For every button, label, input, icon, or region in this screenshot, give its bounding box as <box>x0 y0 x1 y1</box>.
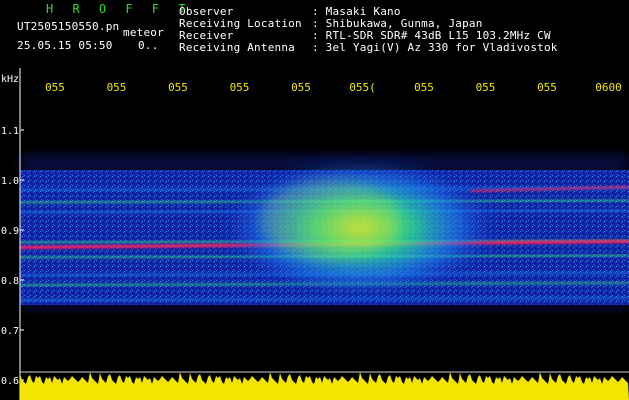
x-tick-label: 055 <box>168 81 188 94</box>
x-tick-label: 055 <box>414 81 434 94</box>
x-tick-label: 0600 <box>595 81 622 94</box>
x-tick-label: 055 <box>537 81 557 94</box>
meteor-burst-core <box>260 179 400 260</box>
noise-band-fade-bottom <box>20 302 629 311</box>
y-tick-label: 0.8 <box>1 276 19 287</box>
spectrogram-chart: 1.11.00.90.80.70.6 055 055 055 055 055 055(05… <box>1 68 629 400</box>
x-tick-label: 055 <box>107 81 127 94</box>
y-tick-label: 0.9 <box>1 226 19 237</box>
meteor-burst <box>220 157 500 298</box>
y-tick-label: 0.7 <box>1 326 19 337</box>
amplitude-strip <box>20 372 629 400</box>
x-tick-label: 055 <box>291 81 311 94</box>
y-tick-label: 0.6 <box>1 376 19 387</box>
y-axis-label: kHz <box>1 74 19 85</box>
y-tick-label: 1.1 <box>1 126 19 137</box>
x-ticks: 055 055 055 055 055 055( 055 055 055 0600 <box>45 81 622 94</box>
amplitude-fill <box>20 372 629 400</box>
x-tick-label: 055( <box>349 81 376 94</box>
y-tick-label: 1.0 <box>1 176 19 187</box>
x-tick-label: 055 <box>230 81 250 94</box>
x-tick-label: 055 <box>476 81 496 94</box>
x-tick-label: 055 <box>45 81 65 94</box>
